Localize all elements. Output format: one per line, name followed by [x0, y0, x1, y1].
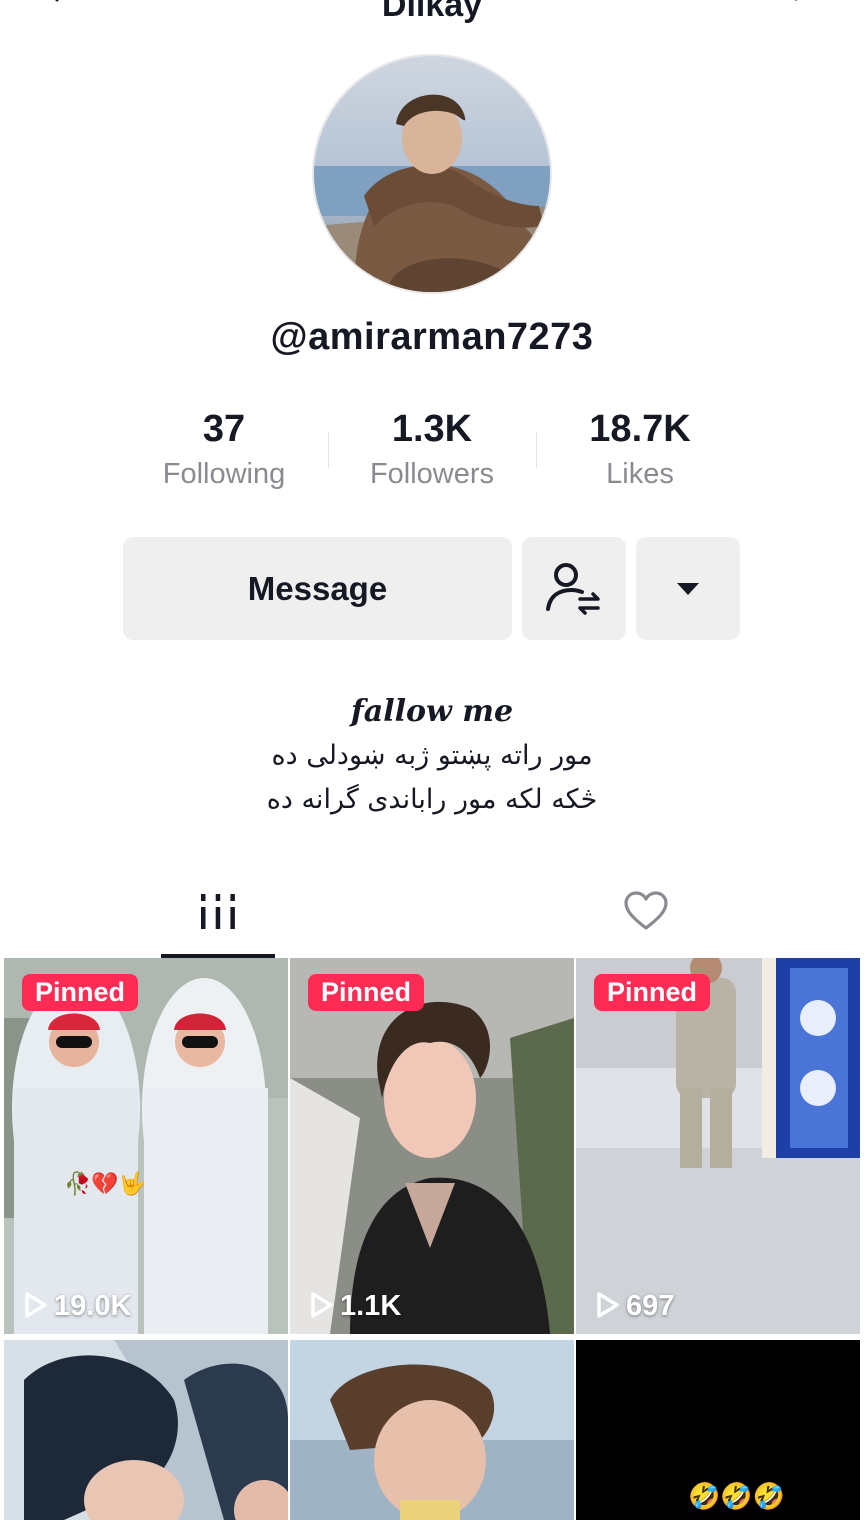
view-count-value: 697 — [626, 1290, 675, 1322]
likes-count: 18.7K — [589, 408, 691, 450]
pinned-badge: Pinned — [594, 974, 711, 1011]
stat-followers[interactable]: 1.3K Followers — [328, 404, 536, 491]
more-options-dropdown[interactable] — [636, 537, 740, 640]
thumbnail-image — [290, 958, 574, 1334]
thumbnail-image — [4, 1340, 288, 1520]
more-vertical-icon[interactable] — [786, 0, 806, 14]
friends-button[interactable] — [522, 537, 626, 640]
avatar[interactable] — [314, 56, 550, 292]
thumbnail-image — [576, 958, 860, 1334]
video-overlay-text: 🤣🤣🤣 — [688, 1482, 786, 1512]
avatar-image — [314, 56, 550, 292]
stat-following[interactable]: 37 Following — [120, 404, 328, 491]
view-count-value: 19.0K — [54, 1290, 132, 1322]
following-label: Following — [162, 458, 286, 490]
top-bar: Dilkay — [0, 0, 864, 24]
view-count-value: 1.1K — [340, 1290, 402, 1322]
followers-label: Followers — [369, 458, 495, 490]
play-icon — [25, 1292, 47, 1319]
profile-tabs — [0, 870, 864, 958]
video-thumbnail[interactable]: 🥀💔🤟 Pinned 19.0K — [4, 958, 288, 1334]
video-thumbnail[interactable] — [290, 1340, 574, 1520]
message-button[interactable]: Message — [123, 537, 512, 640]
video-overlay-text: 🥀💔🤟 — [64, 1172, 147, 1197]
thumbnail-image — [290, 1340, 574, 1520]
pinned-badge: Pinned — [22, 974, 139, 1011]
likes-label: Likes — [606, 458, 674, 490]
play-icon — [597, 1292, 619, 1319]
username: @amirarman7273 — [270, 316, 594, 358]
pinned-badge: Pinned — [308, 974, 425, 1011]
bio-line: مور راته پښتو ژبه ښودلی ده — [271, 740, 593, 771]
thumbnail-image — [4, 958, 288, 1334]
view-count: 697 — [596, 1288, 674, 1324]
heart-outline-icon — [624, 891, 668, 930]
video-thumbnail[interactable]: Pinned 1.1K — [290, 958, 574, 1334]
tab-videos[interactable] — [161, 870, 275, 958]
stat-likes[interactable]: 18.7K Likes — [536, 404, 744, 491]
view-count: 1.1K — [310, 1288, 401, 1324]
view-count: 19.0K — [24, 1288, 131, 1324]
bio-line: fallow me — [350, 694, 514, 729]
user-swap-icon — [546, 563, 600, 615]
bio-line: څکه لکه مور راباندی گرانه ده — [266, 784, 598, 815]
followers-count: 1.3K — [391, 408, 473, 450]
video-thumbnail[interactable]: 🤣🤣🤣 — [576, 1340, 860, 1520]
following-count: 37 — [202, 408, 246, 450]
profile-bio: fallow me مور راته پښتو ژبه ښودلی ده څکه… — [0, 690, 864, 822]
caret-down-icon — [677, 583, 699, 595]
page-title: Dilkay — [381, 0, 483, 24]
tab-liked[interactable] — [588, 870, 702, 958]
video-thumbnail[interactable]: Pinned 697 — [576, 958, 860, 1334]
profile-stats: 37 Following 1.3K Followers 18.7K Likes — [120, 404, 744, 504]
video-thumbnail[interactable] — [4, 1340, 288, 1520]
play-icon — [311, 1292, 333, 1319]
grid-bars-icon — [201, 894, 235, 929]
